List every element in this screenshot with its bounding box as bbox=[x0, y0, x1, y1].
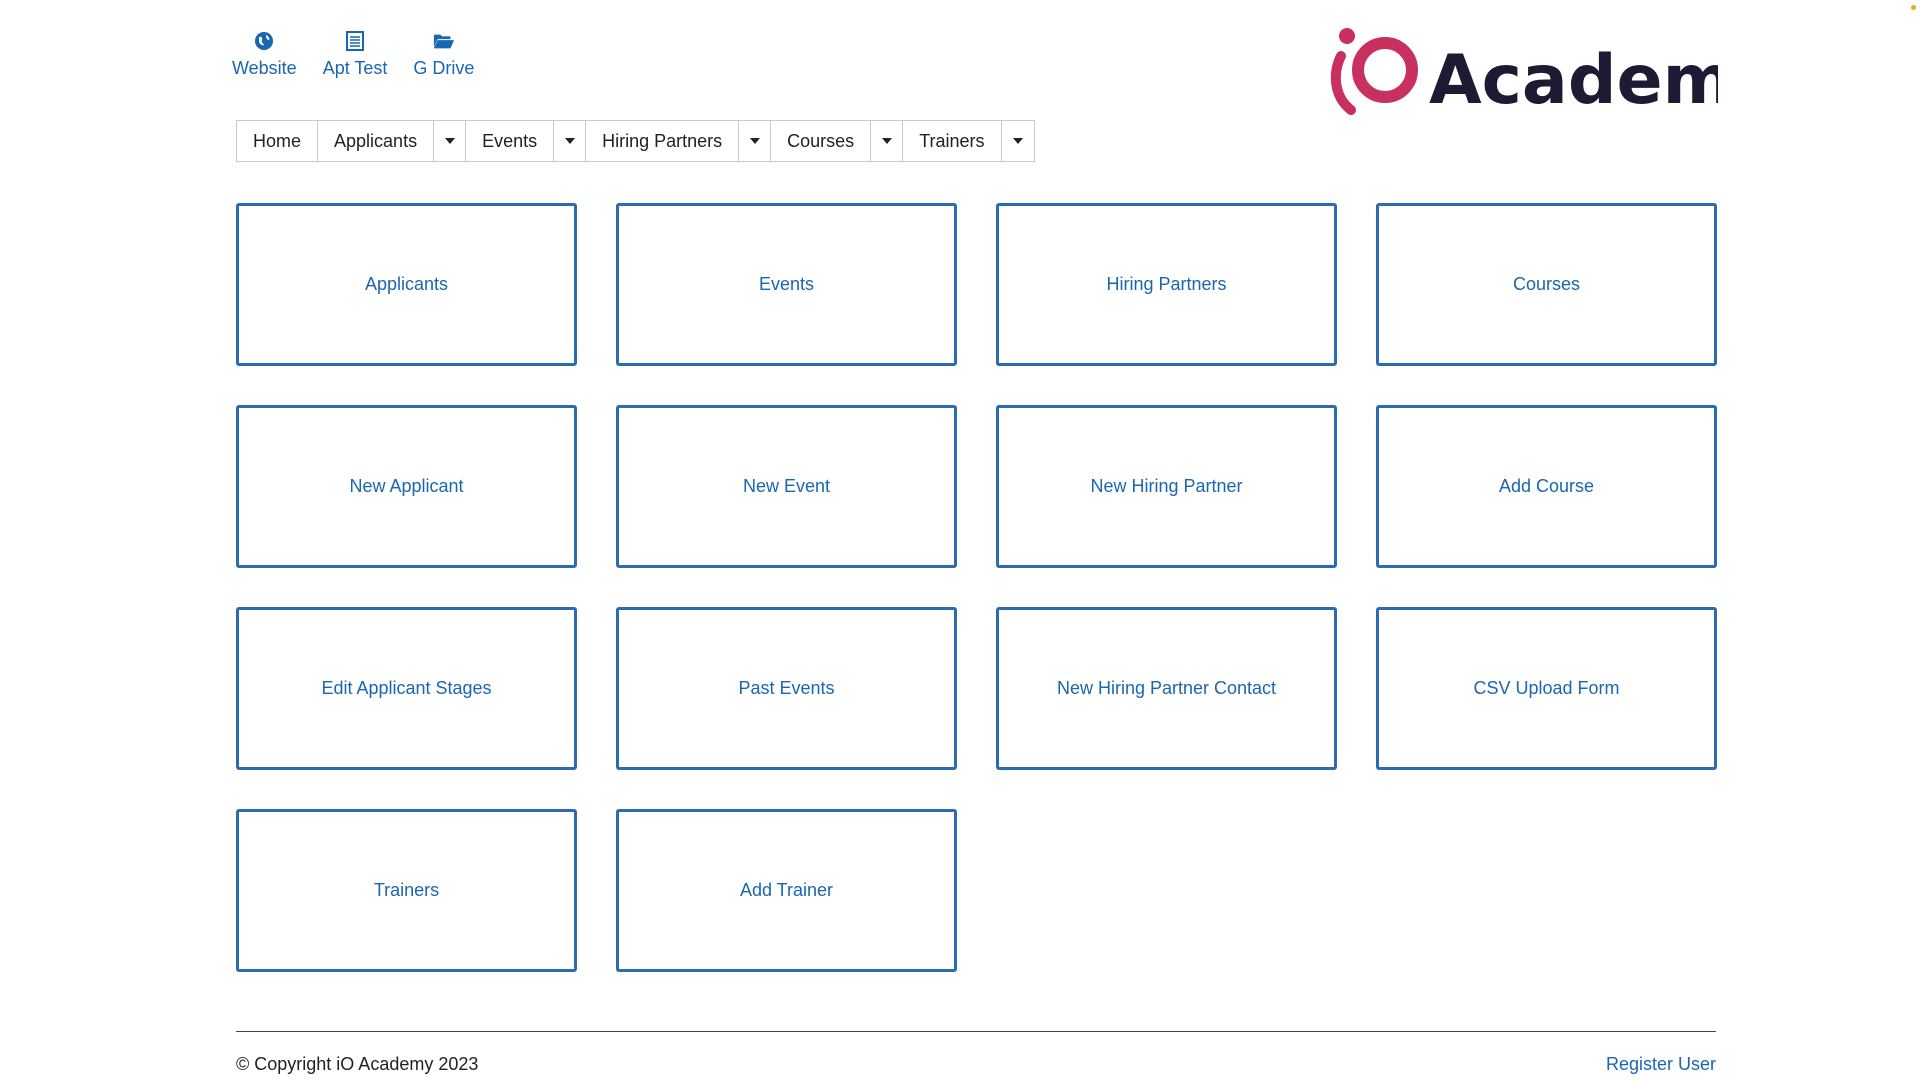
caret-down-icon bbox=[1012, 138, 1023, 144]
tile-hiring-partners[interactable]: Hiring Partners bbox=[996, 203, 1337, 366]
notification-dot bbox=[1911, 5, 1916, 10]
tile-courses[interactable]: Courses bbox=[1376, 203, 1717, 366]
tile-events[interactable]: Events bbox=[616, 203, 957, 366]
tile-add-trainer[interactable]: Add Trainer bbox=[616, 809, 957, 972]
nav-courses-button[interactable]: Courses bbox=[771, 121, 872, 161]
logo-text: Academy bbox=[1429, 41, 1718, 120]
tile-past-events[interactable]: Past Events bbox=[616, 607, 957, 770]
tile-trainers[interactable]: Trainers bbox=[236, 809, 577, 972]
tile-csv-upload-form[interactable]: CSV Upload Form bbox=[1376, 607, 1717, 770]
tile-add-course[interactable]: Add Course bbox=[1376, 405, 1717, 568]
tile-applicants[interactable]: Applicants bbox=[236, 203, 577, 366]
page: Website Apt Test G Drive Academ Home App… bbox=[0, 0, 1920, 1080]
main-nav: Home Applicants Events Hiring Partners C… bbox=[236, 120, 1035, 162]
nav-events-dropdown[interactable] bbox=[554, 121, 587, 161]
website-link-label: Website bbox=[232, 58, 297, 78]
caret-down-icon bbox=[564, 138, 575, 144]
nav-applicants-dropdown[interactable] bbox=[434, 121, 467, 161]
tile-new-applicant[interactable]: New Applicant bbox=[236, 405, 577, 568]
io-academy-logo[interactable]: Academy bbox=[1323, 22, 1778, 122]
nav-courses-dropdown[interactable] bbox=[871, 121, 904, 161]
globe-icon bbox=[253, 30, 275, 52]
nav-applicants-button[interactable]: Applicants bbox=[318, 121, 435, 161]
dashboard-tiles: Applicants Events Hiring Partners Course… bbox=[236, 203, 1717, 972]
nav-hiring-partners-dropdown[interactable] bbox=[739, 121, 772, 161]
tile-new-hiring-partner[interactable]: New Hiring Partner bbox=[996, 405, 1337, 568]
caret-down-icon bbox=[444, 138, 455, 144]
caret-down-icon bbox=[881, 138, 892, 144]
folder-open-icon bbox=[433, 30, 455, 52]
g-drive-link[interactable]: G Drive bbox=[413, 30, 474, 79]
register-user-link[interactable]: Register User bbox=[1606, 1054, 1716, 1075]
apt-test-link-label: Apt Test bbox=[322, 58, 388, 78]
copyright-text: © Copyright iO Academy 2023 bbox=[236, 1054, 479, 1074]
apt-test-link[interactable]: Apt Test bbox=[322, 30, 388, 79]
tile-edit-applicant-stages[interactable]: Edit Applicant Stages bbox=[236, 607, 577, 770]
footer-divider bbox=[236, 1031, 1716, 1032]
caret-down-icon bbox=[749, 138, 760, 144]
tile-new-event[interactable]: New Event bbox=[616, 405, 957, 568]
document-list-icon bbox=[344, 30, 366, 52]
g-drive-link-label: G Drive bbox=[413, 58, 475, 78]
nav-trainers-dropdown[interactable] bbox=[1001, 121, 1034, 161]
nav-hiring-partners-button[interactable]: Hiring Partners bbox=[586, 121, 740, 161]
nav-trainers-button[interactable]: Trainers bbox=[903, 121, 1002, 161]
website-link[interactable]: Website bbox=[232, 30, 297, 79]
tile-new-hiring-partner-contact[interactable]: New Hiring Partner Contact bbox=[996, 607, 1337, 770]
nav-events-button[interactable]: Events bbox=[466, 121, 555, 161]
nav-home-button[interactable]: Home bbox=[237, 121, 319, 161]
logo-graphic: Academy bbox=[1330, 28, 1778, 120]
quick-links: Website Apt Test G Drive bbox=[232, 30, 474, 79]
